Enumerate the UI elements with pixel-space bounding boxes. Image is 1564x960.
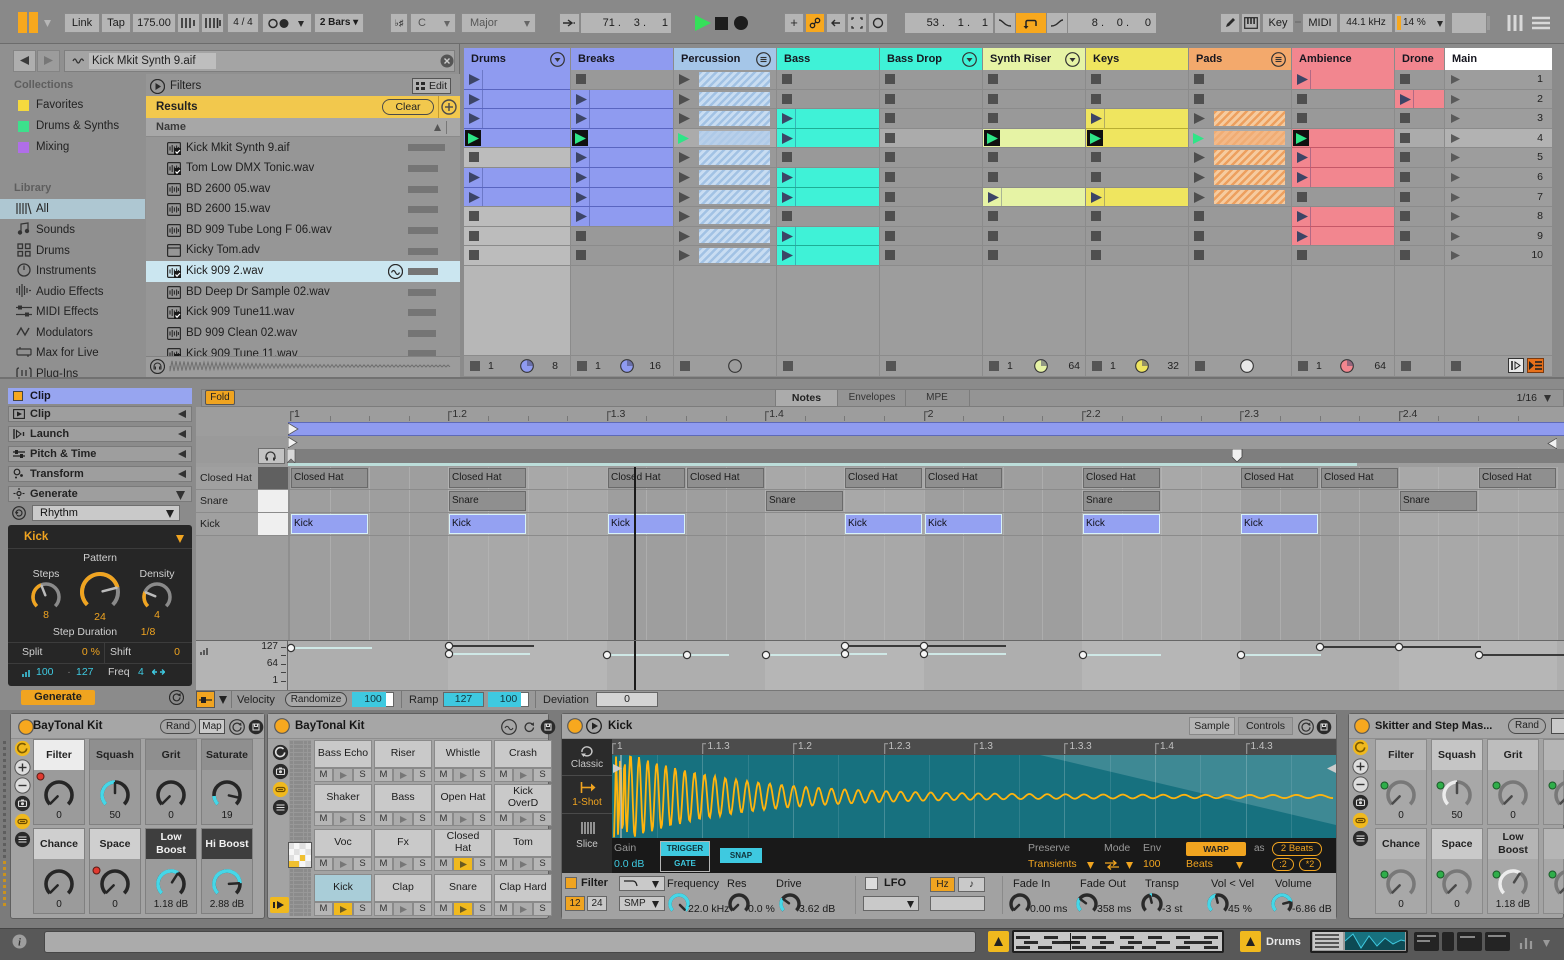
- svg-text:i: i: [18, 938, 21, 949]
